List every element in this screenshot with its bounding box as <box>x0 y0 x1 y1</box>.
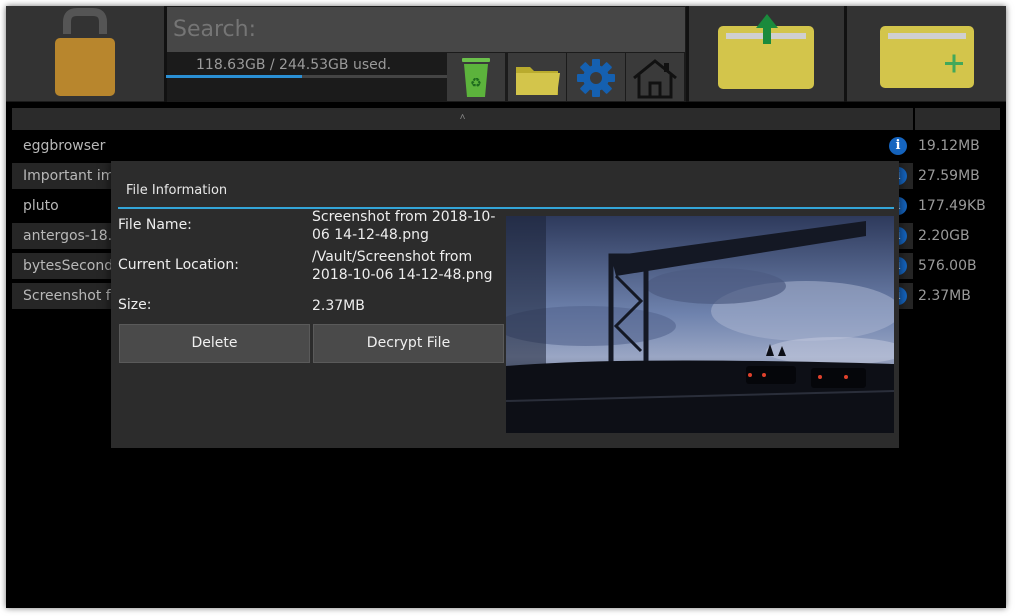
file-information-dialog: File Information File Name: Screenshot f… <box>111 161 899 448</box>
file-name: eggbrowser <box>23 138 106 154</box>
lock-icon <box>55 8 115 96</box>
file-size: 2.20GB <box>918 228 970 244</box>
home-button[interactable] <box>626 53 684 101</box>
delete-button[interactable]: Delete <box>119 324 310 363</box>
file-size: 2.37MB <box>918 288 971 304</box>
file-name: pluto <box>23 198 59 214</box>
gear-icon <box>577 59 615 97</box>
recycle-bin-button[interactable]: ♻ <box>447 53 505 101</box>
file-name-label: File Name: <box>118 217 192 233</box>
file-size: 177.49KB <box>918 198 986 214</box>
toolbar: 118.63GB / 244.53GB used. ♻ <box>6 6 1006 102</box>
size-column-header[interactable] <box>915 108 1000 130</box>
folder-add-icon <box>880 26 974 88</box>
file-row[interactable]: eggbrowser i <box>12 133 913 159</box>
settings-button[interactable] <box>567 53 625 101</box>
new-folder-button[interactable] <box>847 6 1006 101</box>
file-size: 19.12MB <box>918 138 980 154</box>
location-label: Current Location: <box>118 257 239 273</box>
file-name-value: Screenshot from 2018-10-06 14-12-48.png <box>312 209 496 243</box>
name-column-header[interactable]: ˄ <box>12 108 913 130</box>
app-window: 118.63GB / 244.53GB used. ♻ <box>6 6 1006 608</box>
recycle-bin-icon: ♻ <box>462 58 490 97</box>
storage-usage-text: 118.63GB / 244.53GB used. <box>196 57 392 73</box>
info-icon[interactable]: i <box>889 137 907 155</box>
upload-button[interactable] <box>689 6 844 101</box>
home-icon <box>633 59 677 99</box>
location-value: /Vault/Screenshot from 2018-10-06 14-12-… <box>312 249 493 283</box>
folder-button[interactable] <box>508 53 566 101</box>
size-label: Size: <box>118 297 152 313</box>
size-value: 2.37MB <box>312 298 365 314</box>
storage-usage-bar <box>166 75 447 78</box>
file-name: Important ima <box>23 168 123 184</box>
file-name: antergos-18.9 <box>23 228 122 244</box>
file-name: Screenshot fro <box>23 288 125 304</box>
image-preview <box>506 216 894 433</box>
storage-usage-fill <box>166 75 303 78</box>
sort-indicator: ˄ <box>459 112 466 123</box>
file-size: 27.59MB <box>918 168 980 184</box>
lock-button[interactable] <box>6 6 164 101</box>
decrypt-file-button[interactable]: Decrypt File <box>313 324 504 363</box>
dialog-title: File Information <box>126 183 228 198</box>
file-size: 576.00B <box>918 258 977 274</box>
search-input[interactable] <box>167 7 685 52</box>
svg-text:♻: ♻ <box>470 76 482 91</box>
folder-icon <box>516 67 560 95</box>
folder-upload-icon <box>718 14 814 89</box>
